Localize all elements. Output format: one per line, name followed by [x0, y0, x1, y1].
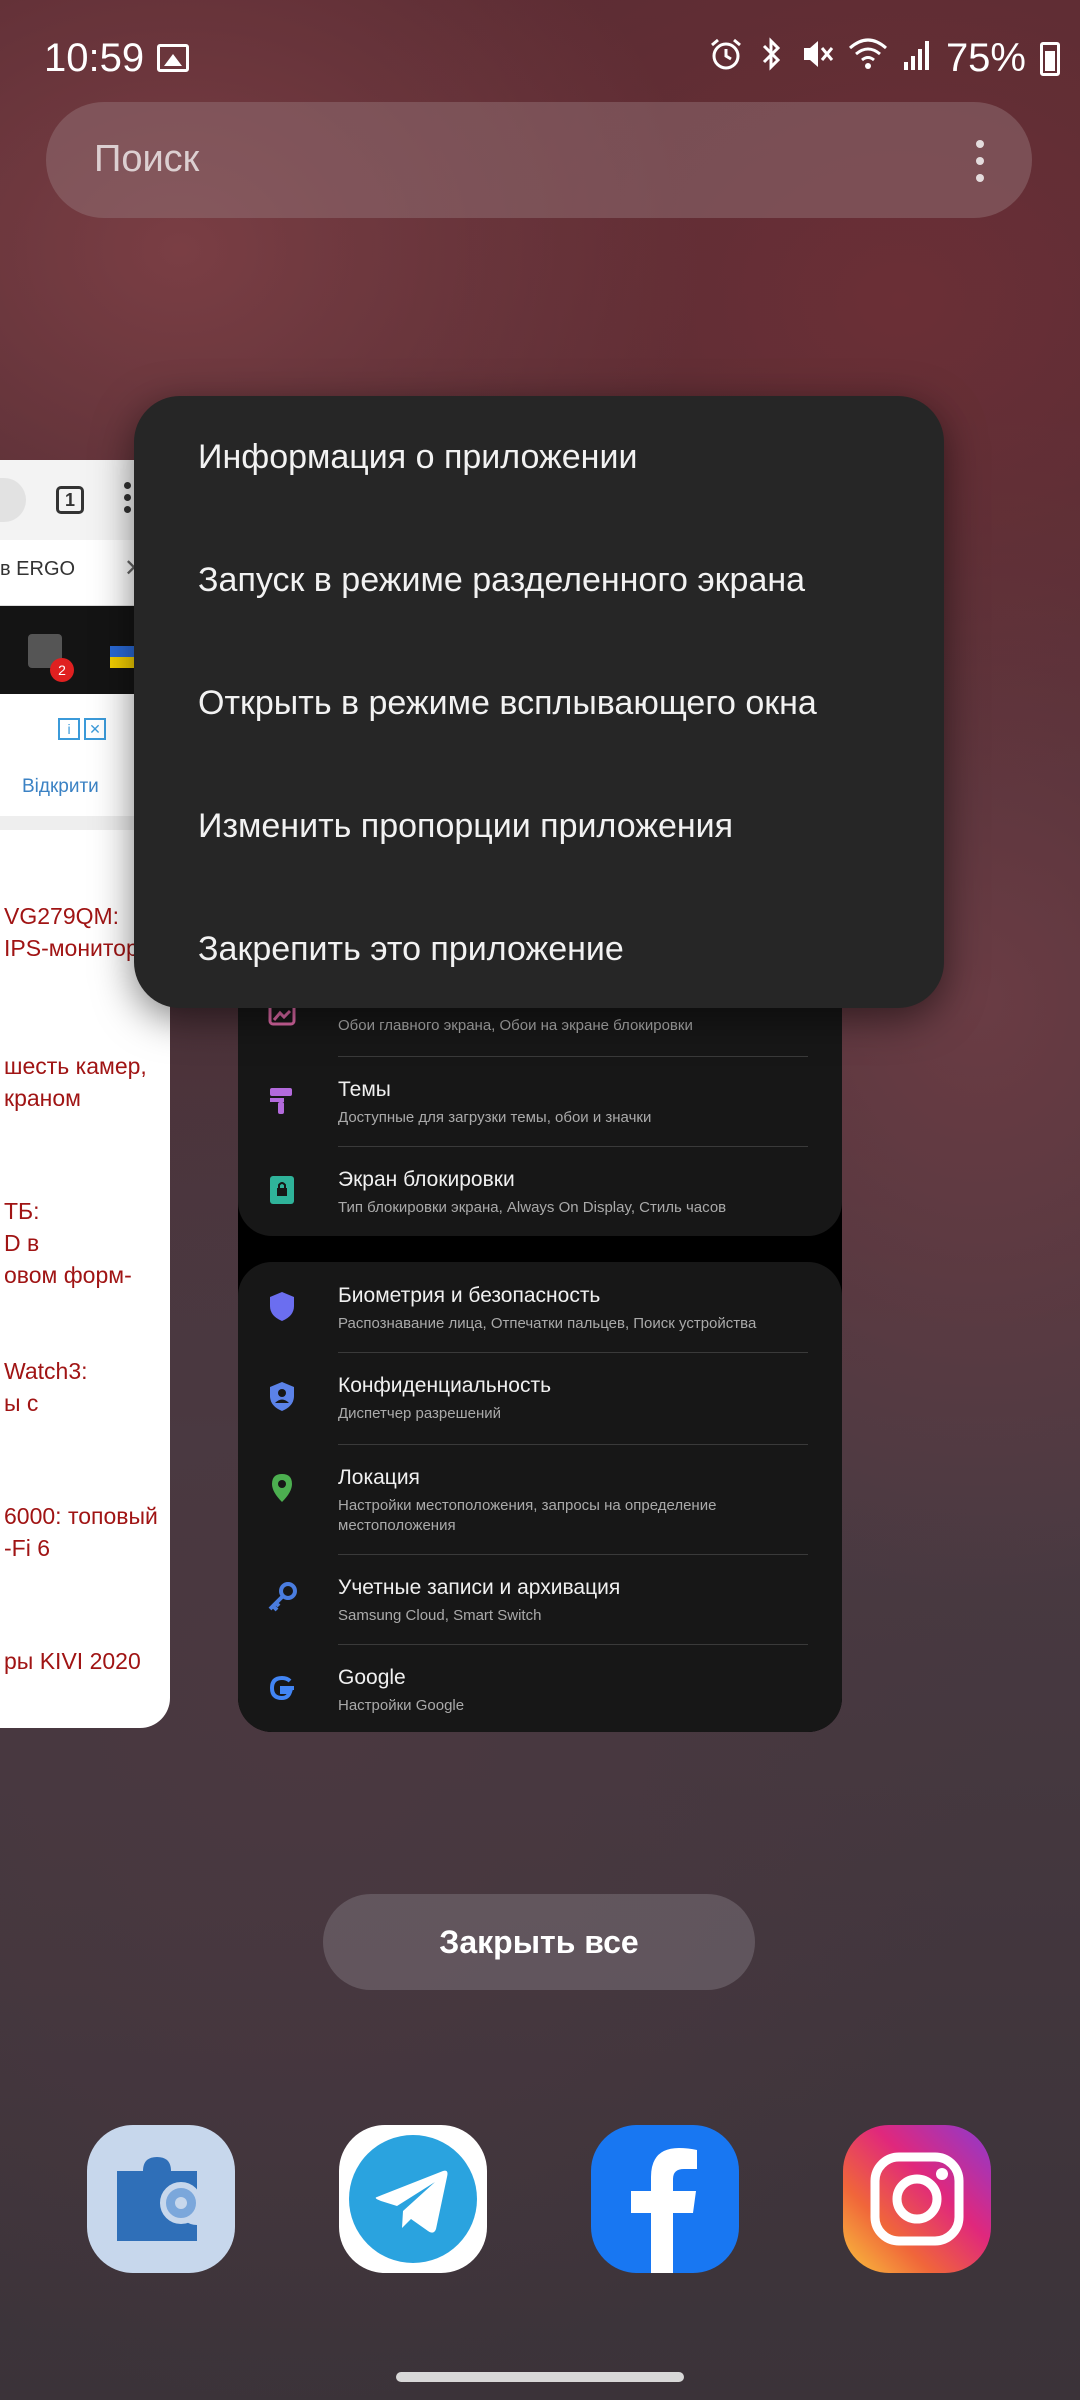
settings-row-subtitle: Настройки местоположения, запросы на опр…	[338, 1497, 717, 1534]
notification-badge: 2	[50, 658, 74, 682]
wifi-icon	[848, 36, 888, 81]
news-item: Watch3: ы с	[4, 1358, 88, 1416]
settings-row-privacy: Конфиденциальность Диспетчер разрешений	[238, 1352, 842, 1444]
settings-row-title: Конфиденциальность	[338, 1374, 552, 1397]
settings-row-themes: Темы Доступные для загрузки темы, обои и…	[238, 1056, 842, 1146]
settings-row-subtitle: Диспетчер разрешений	[338, 1405, 502, 1422]
settings-app-card[interactable]: Обои главного экрана, Обои на экране бло…	[238, 940, 842, 1732]
google-icon	[269, 1675, 294, 1701]
battery-icon	[1040, 41, 1060, 76]
privacy-icon	[270, 1382, 294, 1411]
settings-row-title: Биометрия и безопасность	[338, 1284, 601, 1307]
menu-item-aspect-ratio[interactable]: Изменить пропорции приложения	[198, 807, 733, 846]
settings-group: Биометрия и безопасность Распознавание л…	[238, 1262, 842, 1732]
settings-row-title: Учетные записи и архивация	[338, 1576, 621, 1599]
menu-item-popup-view[interactable]: Открыть в режиме всплывающего окна	[198, 684, 817, 723]
good-lock-app-icon[interactable]	[87, 2125, 235, 2273]
mute-icon	[800, 36, 834, 81]
menu-item-split-screen[interactable]: Запуск в режиме разделенного экрана	[198, 561, 805, 600]
news-item: 6000: топовый -Fi 6	[4, 1503, 158, 1561]
home-indicator[interactable]	[396, 2372, 684, 2382]
settings-row-title: Экран блокировки	[338, 1168, 515, 1191]
search-input[interactable]: Поиск	[94, 138, 199, 181]
news-item: ТБ: D в овом форм-	[4, 1198, 132, 1288]
settings-row-title: Google	[338, 1666, 406, 1689]
browser-address-bar	[0, 478, 26, 522]
ad-open-link: Відкрити	[22, 776, 99, 797]
status-icons: 75%	[708, 36, 1060, 81]
search-bar[interactable]: Поиск	[46, 102, 1032, 218]
app-context-menu: Информация о приложении Запуск в режиме …	[134, 396, 944, 1008]
settings-row-accounts: Учетные записи и архивация Samsung Cloud…	[238, 1554, 842, 1644]
settings-row-subtitle: Тип блокировки экрана, Always On Display…	[338, 1199, 727, 1216]
browser-menu-icon	[124, 482, 132, 518]
battery-percent: 75%	[945, 36, 1026, 80]
tabs-count-icon: 1	[56, 486, 84, 514]
settings-row-subtitle: Samsung Cloud, Smart Switch	[338, 1607, 542, 1624]
settings-row-subtitle: Настройки Google	[338, 1697, 465, 1714]
key-icon	[268, 1582, 297, 1612]
settings-row-subtitle: Распознавание лица, Отпечатки пальцев, П…	[338, 1315, 757, 1332]
ad-choices-icon: i ✕	[58, 718, 106, 740]
settings-row-title: Локация	[338, 1466, 420, 1489]
shield-icon	[270, 1292, 294, 1321]
browser-tab-title: в ERGO	[0, 558, 76, 580]
settings-row-google: Google Настройки Google	[238, 1644, 842, 1732]
status-time: 10:59	[44, 36, 145, 80]
alarm-icon	[708, 36, 744, 81]
signal-icon	[902, 36, 932, 81]
bluetooth-icon	[758, 36, 786, 81]
news-item: ры KIVI 2020	[4, 1648, 141, 1674]
settings-row-subtitle: Обои главного экрана, Обои на экране бло…	[338, 1017, 693, 1034]
location-pin-icon	[272, 1474, 292, 1502]
news-item: VG279QM: IPS-монитор	[4, 903, 139, 961]
instagram-app-icon[interactable]	[843, 2125, 991, 2273]
settings-row-lockscreen: Экран блокировки Тип блокировки экрана, …	[238, 1146, 842, 1236]
menu-item-app-info[interactable]: Информация о приложении	[198, 438, 637, 477]
more-options-icon[interactable]	[976, 140, 984, 182]
telegram-app-icon[interactable]	[339, 2125, 487, 2273]
news-item: шесть камер, краном	[4, 1053, 147, 1111]
settings-row-subtitle: Доступные для загрузки темы, обои и знач…	[338, 1109, 652, 1126]
lock-screen-icon	[270, 1176, 294, 1204]
settings-row-biometrics: Биометрия и безопасность Распознавание л…	[238, 1262, 842, 1352]
facebook-app-icon[interactable]	[591, 2125, 739, 2273]
menu-item-pin-app[interactable]: Закрепить это приложение	[198, 930, 624, 969]
gallery-icon	[157, 44, 189, 72]
settings-row-location: Локация Настройки местоположения, запрос…	[238, 1444, 842, 1554]
settings-row-title: Темы	[338, 1078, 391, 1101]
close-all-button[interactable]: Закрыть все	[323, 1894, 755, 1990]
themes-icon	[270, 1088, 292, 1114]
